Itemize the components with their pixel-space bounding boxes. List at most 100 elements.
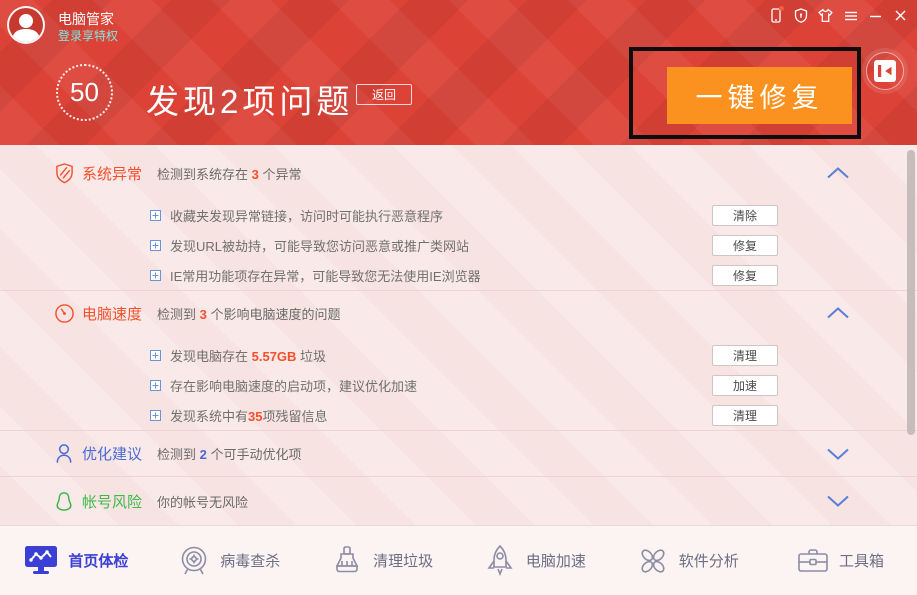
summary-post: 个异常	[259, 167, 302, 182]
nav-label: 电脑加速	[526, 550, 586, 571]
issue-text: 收藏夹发现异常链接，访问时可能执行恶意程序	[170, 206, 443, 225]
issue-text: 存在影响电脑速度的启动项，建议优化加速	[170, 376, 417, 395]
speedup-button[interactable]: 加速	[712, 375, 778, 396]
issue-text-pre: 发现URL被劫持，可能导致您访问恶意或推广类网站	[170, 239, 469, 254]
section-pc-speed: 电脑速度 检测到 3 个影响电脑速度的问题 发现电脑存在 5.57GB 垃圾 清…	[0, 291, 917, 431]
section-summary: 检测到 3 个影响电脑速度的问题	[157, 304, 340, 323]
chevron-down-icon[interactable]	[826, 447, 850, 460]
nav-clean-junk[interactable]: 清理垃圾	[306, 526, 459, 595]
clean-button[interactable]: 清理	[712, 405, 778, 426]
minimize-icon[interactable]	[867, 7, 884, 24]
section-title: 优化建议	[82, 443, 142, 464]
section-title: 帐号风险	[82, 491, 142, 512]
issue-text-pre: 存在影响电脑速度的启动项，建议优化加速	[170, 379, 417, 394]
section-summary: 检测到系统存在 3 个异常	[157, 164, 301, 183]
summary-pre: 检测到	[157, 447, 200, 462]
issue-row: IE常用功能项存在异常，可能导致您无法使用IE浏览器 修复	[0, 260, 917, 290]
section-optimize-suggestions: 优化建议 检测到 2 个可手动优化项	[0, 431, 917, 477]
issue-row: 收藏夹发现异常链接，访问时可能执行恶意程序 清除	[0, 200, 917, 230]
section-header: 优化建议 检测到 2 个可手动优化项	[0, 431, 917, 476]
nav-virus-scan[interactable]: 病毒查杀	[153, 526, 306, 595]
fix-button[interactable]: 修复	[712, 235, 778, 256]
person-icon	[53, 443, 75, 464]
sidebar-collapse-button[interactable]	[866, 52, 904, 90]
close-icon[interactable]	[892, 7, 909, 24]
section-account-risk: 帐号风险 你的帐号无风险	[0, 477, 917, 525]
issue-text: 发现电脑存在 5.57GB 垃圾	[170, 346, 326, 365]
shield-icon[interactable]	[792, 7, 809, 24]
issue-row: 发现URL被劫持，可能导致您访问恶意或推广类网站 修复	[0, 230, 917, 260]
issue-text-pre: 发现系统中有	[170, 409, 248, 424]
issue-text-post: 垃圾	[296, 349, 326, 364]
issue-text: IE常用功能项存在异常，可能导致您无法使用IE浏览器	[170, 266, 481, 285]
chevron-up-icon[interactable]	[826, 167, 850, 180]
nav-label: 病毒查杀	[220, 550, 280, 571]
login-link[interactable]: 登录享特权	[58, 27, 118, 44]
issue-list: 收藏夹发现异常链接，访问时可能执行恶意程序 清除 发现URL被劫持，可能导致您访…	[0, 200, 917, 290]
page-title: 发现2项问题	[146, 75, 353, 123]
shield-hatch-icon	[53, 163, 75, 184]
summary-pre: 检测到	[157, 307, 200, 322]
nav-label: 软件分析	[679, 550, 739, 571]
scrollbar-thumb[interactable]	[907, 150, 915, 435]
back-button[interactable]: 返回	[356, 84, 412, 105]
section-title: 系统异常	[82, 163, 142, 184]
summary-count: 3	[252, 167, 259, 182]
expand-plus-icon[interactable]	[150, 270, 161, 281]
issue-row: 存在影响电脑速度的启动项，建议优化加速 加速	[0, 370, 917, 400]
phone-icon[interactable]	[767, 7, 784, 24]
menu-icon[interactable]	[842, 7, 859, 24]
issue-row: 发现电脑存在 5.57GB 垃圾 清理	[0, 340, 917, 370]
section-title: 电脑速度	[82, 303, 142, 324]
section-summary: 你的帐号无风险	[157, 492, 248, 511]
issue-text: 发现URL被劫持，可能导致您访问恶意或推广类网站	[170, 236, 469, 255]
issue-text-pre: IE常用功能项存在异常，可能导致您无法使用IE浏览器	[170, 269, 481, 284]
issue-row: 发现系统中有35项残留信息 清理	[0, 400, 917, 430]
penguin-icon	[53, 491, 75, 512]
expand-plus-icon[interactable]	[150, 380, 161, 391]
collapse-panel-icon	[874, 60, 896, 82]
score-value: 50	[70, 77, 99, 108]
user-silhouette-icon	[9, 8, 43, 42]
section-header: 系统异常 检测到系统存在 3 个异常	[0, 159, 917, 187]
nav-software-analysis[interactable]: 软件分析	[611, 526, 764, 595]
speedometer-icon	[53, 303, 75, 324]
summary-count: 3	[200, 307, 207, 322]
summary-count: 2	[200, 447, 207, 462]
nav-pc-speedup[interactable]: 电脑加速	[458, 526, 611, 595]
expand-plus-icon[interactable]	[150, 240, 161, 251]
app-window: 电脑管家 登录享特权	[0, 0, 917, 595]
virus-scan-icon	[178, 545, 210, 577]
clear-button[interactable]: 清除	[712, 205, 778, 226]
expand-plus-icon[interactable]	[150, 210, 161, 221]
section-system-abnormal: 系统异常 检测到系统存在 3 个异常 收藏夹发现异常链接，访问时可能执行恶意程序…	[0, 145, 917, 291]
expand-plus-icon[interactable]	[150, 350, 161, 361]
broom-icon	[331, 545, 363, 577]
toolbox-icon	[797, 546, 829, 575]
section-summary: 检测到 2 个可手动优化项	[157, 444, 301, 463]
chevron-down-icon[interactable]	[826, 495, 850, 508]
expand-plus-icon[interactable]	[150, 410, 161, 421]
header: 电脑管家 登录享特权	[0, 0, 917, 145]
scan-results: 系统异常 检测到系统存在 3 个异常 收藏夹发现异常链接，访问时可能执行恶意程序…	[0, 145, 917, 525]
fix-button[interactable]: 修复	[712, 265, 778, 286]
chevron-up-icon[interactable]	[826, 307, 850, 320]
section-header: 电脑速度 检测到 3 个影响电脑速度的问题	[0, 299, 917, 327]
summary-pre: 检测到系统存在	[157, 167, 252, 182]
bottom-nav: 首页体检 病毒查杀 清理垃圾	[0, 525, 917, 595]
clean-button[interactable]: 清理	[712, 345, 778, 366]
notification-dot	[779, 6, 784, 11]
rocket-icon	[484, 544, 516, 578]
issue-list: 发现电脑存在 5.57GB 垃圾 清理 存在影响电脑速度的启动项，建议优化加速 …	[0, 340, 917, 430]
monitor-chart-icon	[24, 545, 58, 576]
pinwheel-icon	[637, 545, 669, 577]
one-click-fix-button[interactable]: 一键修复	[667, 67, 852, 124]
skin-shirt-icon[interactable]	[817, 7, 834, 24]
nav-label: 清理垃圾	[373, 550, 433, 571]
nav-label: 首页体检	[68, 550, 128, 571]
nav-home-checkup[interactable]: 首页体检	[0, 526, 153, 595]
issue-text-pre: 收藏夹发现异常链接，访问时可能执行恶意程序	[170, 209, 443, 224]
avatar[interactable]	[7, 6, 45, 44]
issue-text: 发现系统中有35项残留信息	[170, 406, 328, 425]
nav-toolbox[interactable]: 工具箱	[764, 526, 917, 595]
